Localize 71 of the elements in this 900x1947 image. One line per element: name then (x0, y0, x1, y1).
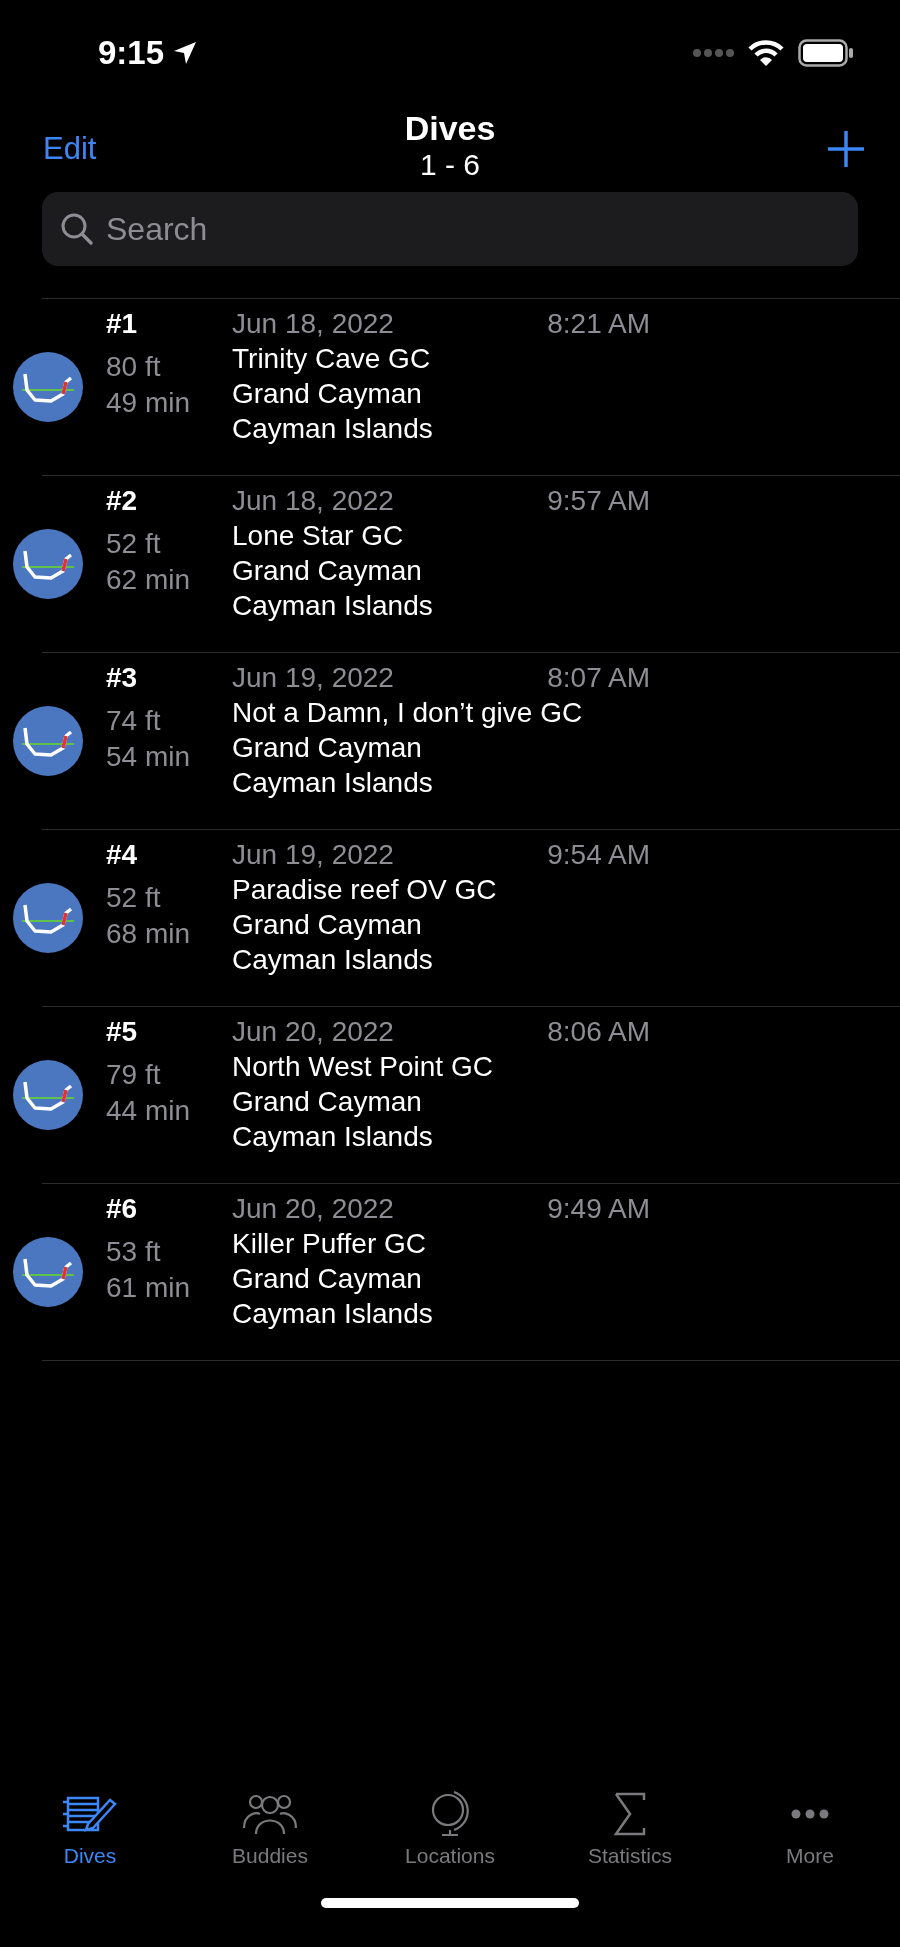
dive-country: Cayman Islands (232, 943, 434, 977)
signal-icon (692, 48, 734, 58)
dive-region: Grand Cayman (232, 554, 423, 588)
nav-title: Dives (404, 108, 496, 148)
tab-bar-item[interactable]: Statistics (540, 1780, 720, 1890)
dive-number: #1 (106, 307, 139, 341)
dive-duration: 68 min (106, 917, 192, 951)
dive-number: #5 (106, 1015, 139, 1049)
dive-duration: 61 min (106, 1271, 192, 1305)
tab-bar-item[interactable]: More (720, 1780, 900, 1890)
dive-number: #6 (106, 1192, 139, 1226)
dive-country: Cayman Islands (232, 1120, 434, 1154)
edit-button[interactable]: Edit (43, 131, 97, 167)
dive-region: Grand Cayman (232, 377, 423, 411)
dive-date: Jun 19, 2022 (232, 661, 394, 695)
dive-depth: 53 ft (106, 1235, 162, 1269)
dive-depth: 74 ft (106, 704, 162, 738)
dive-duration: 62 min (106, 563, 192, 597)
status-time: 9:15 (98, 34, 165, 72)
dive-region: Grand Cayman (232, 1085, 423, 1119)
tab-bar-item[interactable]: Locations (360, 1780, 540, 1890)
dive-depth: 80 ft (106, 350, 162, 384)
nav-subtitle: 1 - 6 (420, 148, 480, 182)
dive-time: 8:06 AM (547, 1015, 650, 1049)
dive-date: Jun 20, 2022 (232, 1015, 394, 1049)
dive-site: North West Point GC (232, 1050, 494, 1084)
dive-date: Jun 19, 2022 (232, 838, 394, 872)
dive-profile-icon (13, 706, 83, 776)
dive-duration: 49 min (106, 386, 192, 420)
dive-profile-icon (13, 529, 83, 599)
dive-duration: 44 min (106, 1094, 192, 1128)
dive-region: Grand Cayman (232, 731, 423, 765)
battery-icon (798, 39, 854, 67)
dive-country: Cayman Islands (232, 412, 434, 446)
dive-duration: 54 min (106, 740, 192, 774)
dive-number: #2 (106, 484, 139, 518)
dive-country: Cayman Islands (232, 766, 434, 800)
dive-time: 8:07 AM (547, 661, 650, 695)
wifi-icon (748, 39, 784, 67)
dive-date: Jun 20, 2022 (232, 1192, 394, 1226)
more-icon (791, 1809, 829, 1819)
tab-bar-item[interactable]: Dives (0, 1780, 180, 1890)
dive-profile-icon (13, 883, 83, 953)
dive-number: #4 (106, 838, 139, 872)
plus-icon (826, 129, 866, 169)
dive-depth: 52 ft (106, 881, 162, 915)
dive-country: Cayman Islands (232, 1297, 434, 1331)
tab-bar-item[interactable]: Buddies (180, 1780, 360, 1890)
location-arrow-icon (172, 40, 199, 66)
dive-profile-icon (13, 1060, 83, 1130)
dive-region: Grand Cayman (232, 1262, 423, 1296)
dive-profile-icon (13, 352, 83, 422)
dive-site: Killer Puffer GC (232, 1227, 427, 1261)
add-button[interactable] (826, 129, 866, 169)
dive-site: Lone Star GC (232, 519, 405, 553)
dive-site: Not a Damn, I don’t give GC (232, 696, 584, 730)
dive-time: 9:49 AM (547, 1192, 650, 1226)
dive-depth: 79 ft (106, 1058, 162, 1092)
dive-depth: 52 ft (106, 527, 162, 561)
dive-country: Cayman Islands (232, 589, 434, 623)
dive-date: Jun 18, 2022 (232, 307, 394, 341)
dive-time: 8:21 AM (547, 307, 650, 341)
dive-time: 9:57 AM (547, 484, 650, 518)
dive-region: Grand Cayman (232, 908, 423, 942)
dive-site: Trinity Cave GC (232, 342, 432, 376)
dive-site: Paradise reef OV GC (232, 873, 498, 907)
search-field[interactable]: Search (42, 192, 858, 266)
dive-date: Jun 18, 2022 (232, 484, 394, 518)
dive-time: 9:54 AM (547, 838, 650, 872)
dive-profile-icon (13, 1237, 83, 1307)
dive-number: #3 (106, 661, 139, 695)
